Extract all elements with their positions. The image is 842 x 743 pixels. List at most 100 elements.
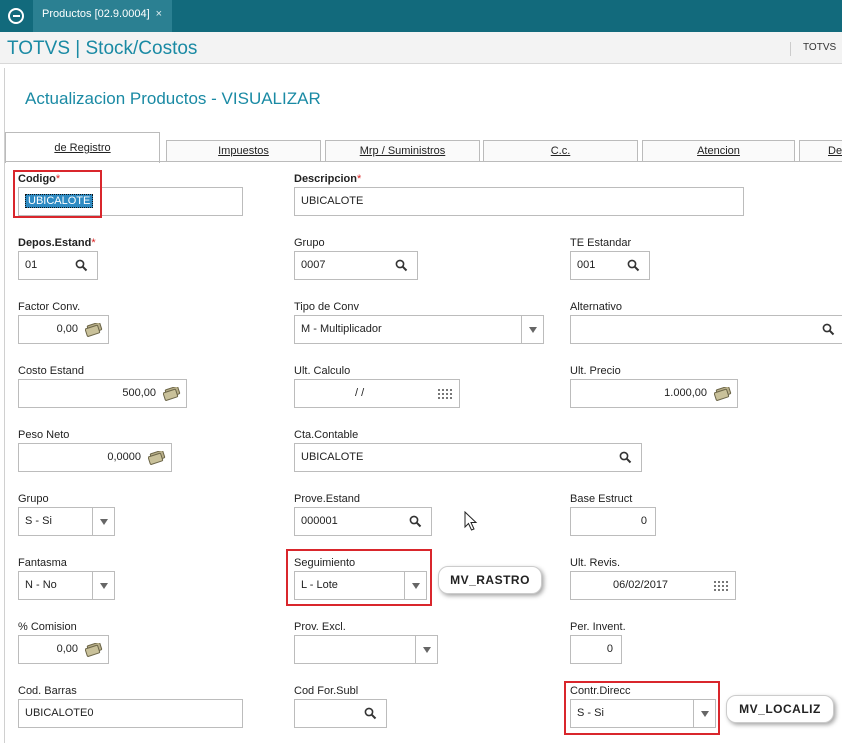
money-icon[interactable] xyxy=(82,636,106,663)
peso-neto-field[interactable]: 0,0000 xyxy=(18,443,172,472)
cta-contable-label: Cta.Contable xyxy=(294,429,359,441)
tab-impuestos[interactable]: Impuestos xyxy=(166,140,321,162)
base-estruct-field[interactable]: 0 xyxy=(570,507,656,536)
factor-conv-field[interactable]: 0,00 xyxy=(18,315,109,344)
chevron-down-icon[interactable] xyxy=(415,636,437,663)
te-estandar-field[interactable]: 001 xyxy=(570,251,650,280)
app-header: TOTVS | Stock/Costos TOTVS xyxy=(0,32,842,64)
peso-neto-value: 0,0000 xyxy=(107,451,141,463)
prove-estand-value: 000001 xyxy=(301,515,338,527)
seguimiento-highlight-box xyxy=(286,549,432,606)
depos-estand-value: 01 xyxy=(25,259,38,271)
search-icon[interactable] xyxy=(621,252,645,279)
peso-neto-label: Peso Neto xyxy=(18,429,70,441)
cta-contable-field[interactable]: UBICALOTE xyxy=(294,443,642,472)
money-icon[interactable] xyxy=(82,316,106,343)
search-icon[interactable] xyxy=(613,444,637,471)
costo-estand-value: 500,00 xyxy=(122,387,156,399)
grupo-field[interactable]: 0007 xyxy=(294,251,418,280)
prov-excl-select[interactable] xyxy=(294,635,438,664)
factor-conv-value: 0,00 xyxy=(56,323,78,335)
totvs-logo-icon[interactable] xyxy=(8,8,24,24)
tipo-conv-select[interactable]: M - Multiplicador xyxy=(294,315,544,344)
money-icon[interactable] xyxy=(145,444,169,471)
descripcion-field[interactable]: UBICALOTE xyxy=(294,187,744,216)
ult-revis-label: Ult. Revis. xyxy=(570,557,621,569)
ult-calculo-label: Ult. Calculo xyxy=(294,365,351,377)
calendar-icon[interactable] xyxy=(433,380,457,407)
calendar-icon[interactable] xyxy=(709,572,733,599)
prov-excl-label: Prov. Excl. xyxy=(294,621,346,633)
grupo-select[interactable]: S - Si xyxy=(18,507,115,536)
fantasma-select[interactable]: N - No xyxy=(18,571,115,600)
ult-calculo-field[interactable]: / / xyxy=(294,379,460,408)
depos-estand-field[interactable]: 01 xyxy=(18,251,98,280)
costo-estand-label: Costo Estand xyxy=(18,365,85,377)
grupo-value: 0007 xyxy=(301,259,326,271)
factor-conv-label: Factor Conv. xyxy=(18,301,81,313)
close-icon[interactable]: × xyxy=(156,0,162,28)
chevron-down-icon[interactable] xyxy=(92,508,114,535)
grupo-select-value: S - Si xyxy=(25,515,52,527)
tab-mrp-suministros[interactable]: Mrp / Suministros xyxy=(325,140,480,162)
comision-label: % Comision xyxy=(18,621,77,633)
cod-for-subl-label: Cod For.Subl xyxy=(294,685,359,697)
te-estandar-label: TE Estandar xyxy=(570,237,632,249)
user-label[interactable]: TOTVS xyxy=(790,42,842,56)
per-invent-label: Per. Invent. xyxy=(570,621,626,633)
tipo-conv-label: Tipo de Conv xyxy=(294,301,360,313)
app-title: TOTVS | Stock/Costos xyxy=(7,38,198,59)
money-icon[interactable] xyxy=(711,380,735,407)
grupo-sel-label: Grupo xyxy=(18,493,49,505)
tab-divider xyxy=(5,161,842,162)
window-tab-productos[interactable]: Productos [02.9.0004] × xyxy=(33,0,173,32)
mouse-cursor-icon xyxy=(464,510,478,534)
costo-estand-field[interactable]: 500,00 xyxy=(18,379,187,408)
search-icon[interactable] xyxy=(69,252,93,279)
ult-precio-value: 1.000,00 xyxy=(664,387,707,399)
form-tabs: de Registro Impuestos Mrp / Suministros … xyxy=(5,132,842,163)
prove-estand-field[interactable]: 000001 xyxy=(294,507,432,536)
cod-for-subl-field[interactable] xyxy=(294,699,387,728)
per-invent-field[interactable]: 0 xyxy=(570,635,622,664)
tab-more[interactable]: De xyxy=(799,140,842,162)
grupo-label: Grupo xyxy=(294,237,325,249)
tab-atencion[interactable]: Atencion xyxy=(642,140,795,162)
fantasma-value: N - No xyxy=(25,579,57,591)
comision-value: 0,00 xyxy=(56,643,78,655)
fantasma-label: Fantasma xyxy=(18,557,67,569)
search-icon[interactable] xyxy=(403,508,427,535)
cod-barras-field[interactable]: UBICALOTE0 xyxy=(18,699,243,728)
ult-calculo-value: / / xyxy=(355,387,365,399)
te-estandar-value: 001 xyxy=(577,259,596,271)
descripcion-label: Descripcion* xyxy=(294,173,362,185)
search-icon[interactable] xyxy=(358,700,382,727)
money-icon[interactable] xyxy=(160,380,184,407)
codigo-highlight-box xyxy=(13,170,102,218)
alternativo-label: Alternativo xyxy=(570,301,622,313)
alternativo-field[interactable] xyxy=(570,315,842,344)
contr-direcc-highlight-box xyxy=(564,681,720,735)
mv-localiz-callout: MV_LOCALIZ xyxy=(726,695,834,723)
search-icon[interactable] xyxy=(389,252,413,279)
prove-estand-label: Prove.Estand xyxy=(294,493,361,505)
base-estruct-label: Base Estruct xyxy=(570,493,633,505)
ult-revis-field[interactable]: 06/02/2017 xyxy=(570,571,736,600)
tab-cc[interactable]: C.c. xyxy=(483,140,638,162)
depos-estand-label: Depos.Estand* xyxy=(18,237,96,249)
cod-barras-label: Cod. Barras xyxy=(18,685,77,697)
chevron-down-icon[interactable] xyxy=(521,316,543,343)
search-icon[interactable] xyxy=(816,316,840,343)
page-title: Actualizacion Productos - VISUALIZAR xyxy=(25,89,321,108)
comision-field[interactable]: 0,00 xyxy=(18,635,109,664)
ult-precio-field[interactable]: 1.000,00 xyxy=(570,379,738,408)
window-titlebar: Productos [02.9.0004] × xyxy=(0,0,842,32)
tipo-conv-value: M - Multiplicador xyxy=(301,323,382,335)
ult-precio-label: Ult. Precio xyxy=(570,365,621,377)
window-tab-title: Productos [02.9.0004] xyxy=(42,8,150,20)
chevron-down-icon[interactable] xyxy=(92,572,114,599)
tab-de-registro[interactable]: de Registro xyxy=(5,132,160,163)
cta-contable-value: UBICALOTE xyxy=(301,451,364,463)
ult-revis-value: 06/02/2017 xyxy=(613,579,669,591)
mv-rastro-callout: MV_RASTRO xyxy=(438,566,542,594)
